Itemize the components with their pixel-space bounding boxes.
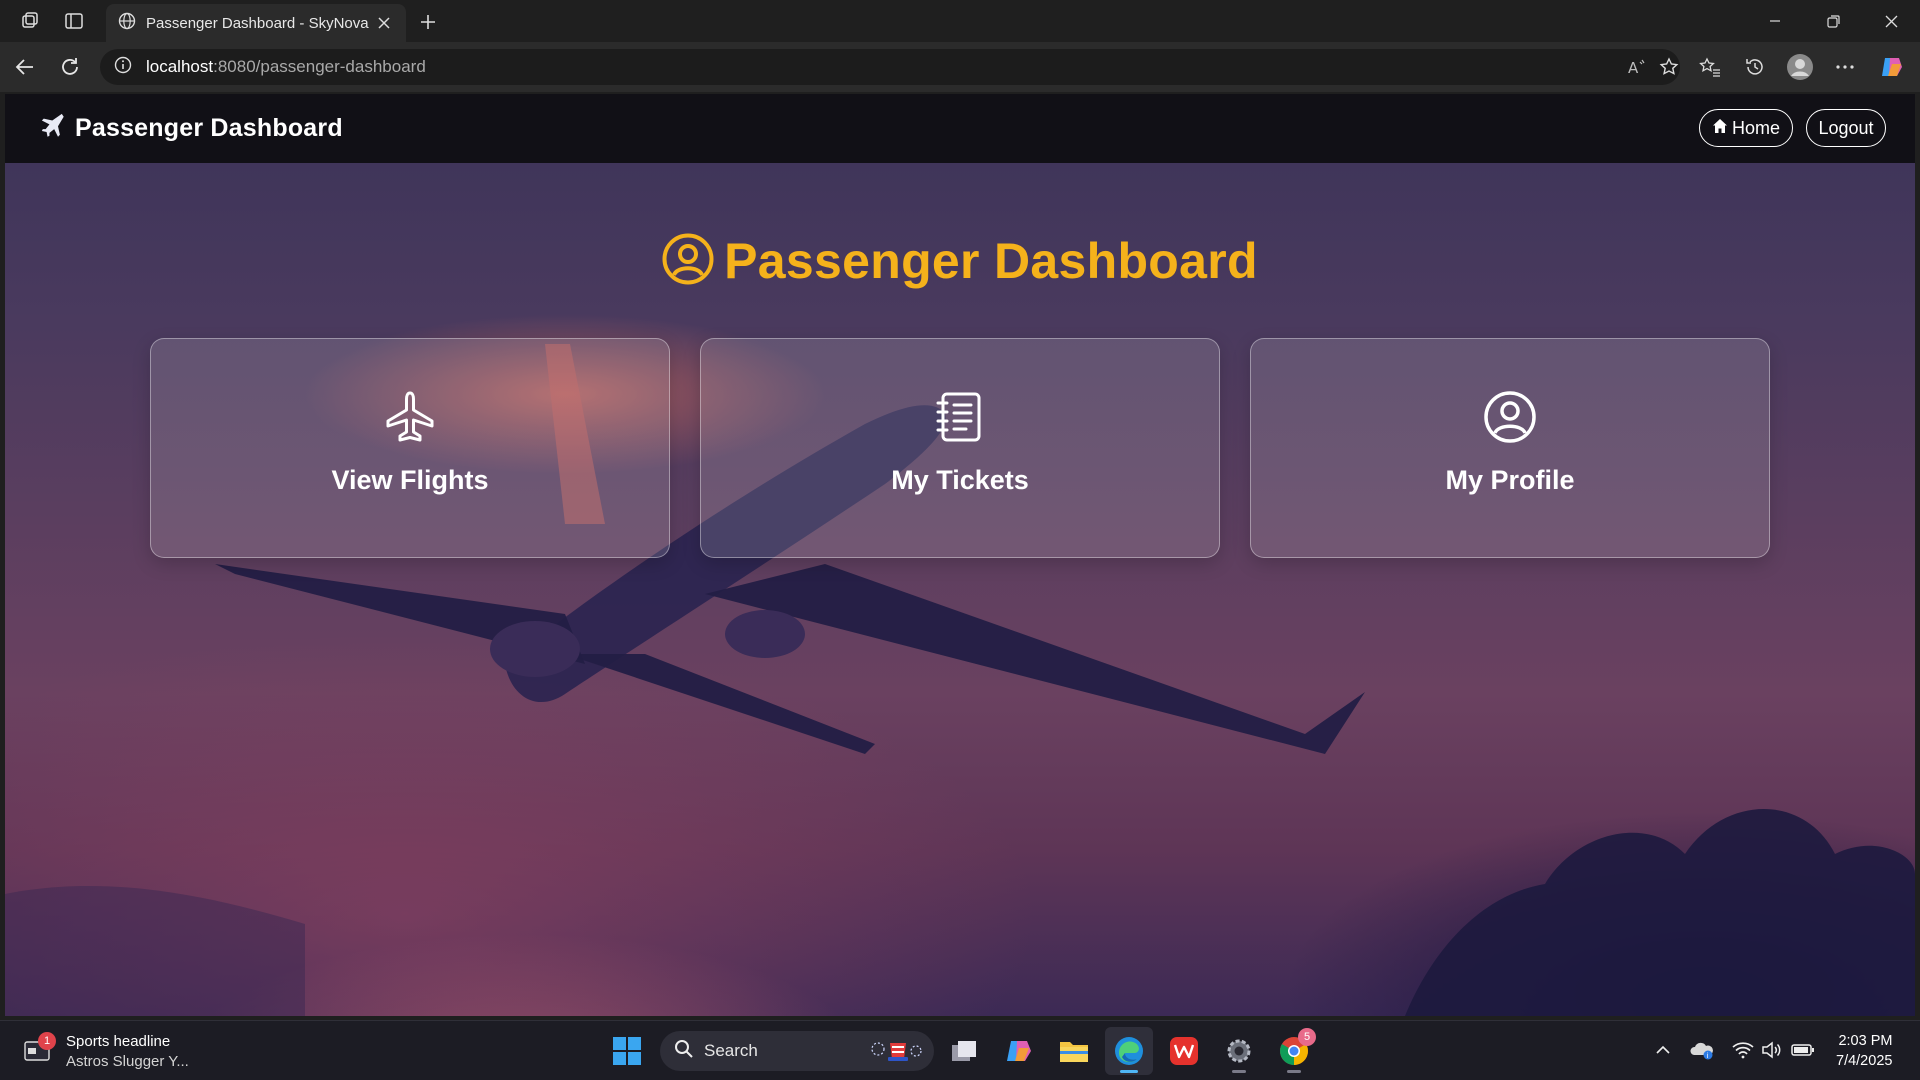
logout-button[interactable]: Logout	[1806, 109, 1886, 147]
news-widget[interactable]: 1 Sports headline Astros Slugger Y...	[24, 1029, 189, 1073]
logout-label: Logout	[1818, 117, 1874, 138]
news-headline: Sports headline	[66, 1032, 171, 1050]
search-label: Search	[704, 1041, 758, 1060]
brand-title: Passenger Dashboard	[75, 114, 343, 142]
tab-title: Passenger Dashboard - SkyNova	[146, 14, 369, 32]
chrome-badge: 5	[1298, 1028, 1316, 1046]
battery-icon[interactable]	[1789, 1035, 1817, 1065]
plane-icon	[382, 389, 438, 445]
app-navbar: Passenger Dashboard Home Logout	[5, 94, 1915, 163]
wps-office-icon[interactable]	[1160, 1027, 1208, 1075]
page-title: Passenger Dashboard	[5, 232, 1915, 290]
browser-toolbar: localhost:8080/passenger-dashboard A	[0, 42, 1920, 92]
favorite-star-icon[interactable]	[1652, 49, 1686, 85]
clock-date: 7/4/2025	[1836, 1053, 1893, 1069]
taskbar-search[interactable]: Search	[660, 1031, 934, 1071]
user-circle-icon	[1482, 389, 1538, 445]
refresh-icon[interactable]	[55, 52, 85, 82]
workspaces-icon[interactable]	[8, 0, 52, 42]
view-flights-card[interactable]: View Flights	[150, 338, 670, 558]
vertical-tabs-icon[interactable]	[52, 0, 96, 42]
my-tickets-card[interactable]: My Tickets	[700, 338, 1220, 558]
favorites-icon[interactable]	[1694, 52, 1726, 82]
ticket-list-icon	[932, 389, 988, 445]
fireworks-hat-icon	[868, 1037, 924, 1070]
volume-icon[interactable]	[1758, 1035, 1786, 1065]
home-button[interactable]: Home	[1699, 109, 1793, 147]
chrome-browser-icon[interactable]: 5	[1270, 1027, 1318, 1075]
start-button[interactable]	[603, 1027, 651, 1075]
close-tab-icon[interactable]	[374, 13, 394, 33]
site-info-icon[interactable]	[114, 56, 132, 79]
my-profile-card[interactable]: My Profile	[1250, 338, 1770, 558]
view-flights-label: View Flights	[331, 465, 489, 495]
history-icon[interactable]	[1739, 52, 1771, 82]
windows-taskbar: 1 Sports headline Astros Slugger Y... Se…	[0, 1020, 1920, 1080]
more-options-icon[interactable]	[1829, 52, 1861, 82]
browser-titlebar: Passenger Dashboard - SkyNova	[0, 0, 1920, 42]
my-profile-label: My Profile	[1445, 465, 1575, 495]
news-subline: Astros Slugger Y...	[66, 1052, 189, 1070]
news-badge: 1	[38, 1031, 56, 1050]
browser-tab[interactable]: Passenger Dashboard - SkyNova	[106, 4, 406, 42]
brand[interactable]: Passenger Dashboard	[39, 94, 343, 163]
file-explorer-icon[interactable]	[1050, 1027, 1098, 1075]
back-arrow-icon[interactable]	[10, 52, 40, 82]
onedrive-icon[interactable]: i	[1688, 1035, 1716, 1065]
my-tickets-label: My Tickets	[891, 465, 1029, 495]
system-clock[interactable]: 2:03 PM 7/4/2025	[1836, 1031, 1892, 1071]
airplane-icon	[39, 113, 65, 144]
task-view-icon[interactable]	[940, 1027, 988, 1075]
user-circle-icon	[662, 233, 714, 290]
minimize-icon[interactable]	[1746, 0, 1804, 42]
url-text: localhost:8080/passenger-dashboard	[146, 57, 426, 76]
globe-icon	[118, 12, 136, 35]
copilot-app-icon[interactable]	[995, 1027, 1043, 1075]
restore-icon[interactable]	[1804, 0, 1862, 42]
clock-time: 2:03 PM	[1838, 1033, 1893, 1049]
home-icon	[1712, 118, 1728, 139]
profile-avatar-icon[interactable]	[1784, 52, 1816, 82]
edge-browser-icon[interactable]	[1105, 1027, 1153, 1075]
address-bar[interactable]: localhost:8080/passenger-dashboard A	[100, 49, 1680, 85]
close-window-icon[interactable]	[1862, 0, 1920, 42]
new-tab-button[interactable]	[412, 6, 444, 38]
page-viewport: Passenger Dashboard Home Logout Passenge…	[5, 94, 1915, 1016]
news-icon: 1	[24, 1031, 56, 1067]
home-label: Home	[1731, 117, 1780, 138]
search-icon	[674, 1039, 694, 1064]
chevron-up-icon[interactable]	[1649, 1035, 1677, 1065]
svg-text:A: A	[1628, 59, 1639, 76]
read-aloud-icon[interactable]: A	[1620, 49, 1654, 85]
copilot-icon[interactable]	[1876, 52, 1908, 82]
wifi-icon[interactable]	[1729, 1035, 1757, 1065]
svg-text:i: i	[1706, 1052, 1708, 1060]
page-title-text: Passenger Dashboard	[724, 233, 1258, 289]
settings-gear-icon[interactable]	[1215, 1027, 1263, 1075]
